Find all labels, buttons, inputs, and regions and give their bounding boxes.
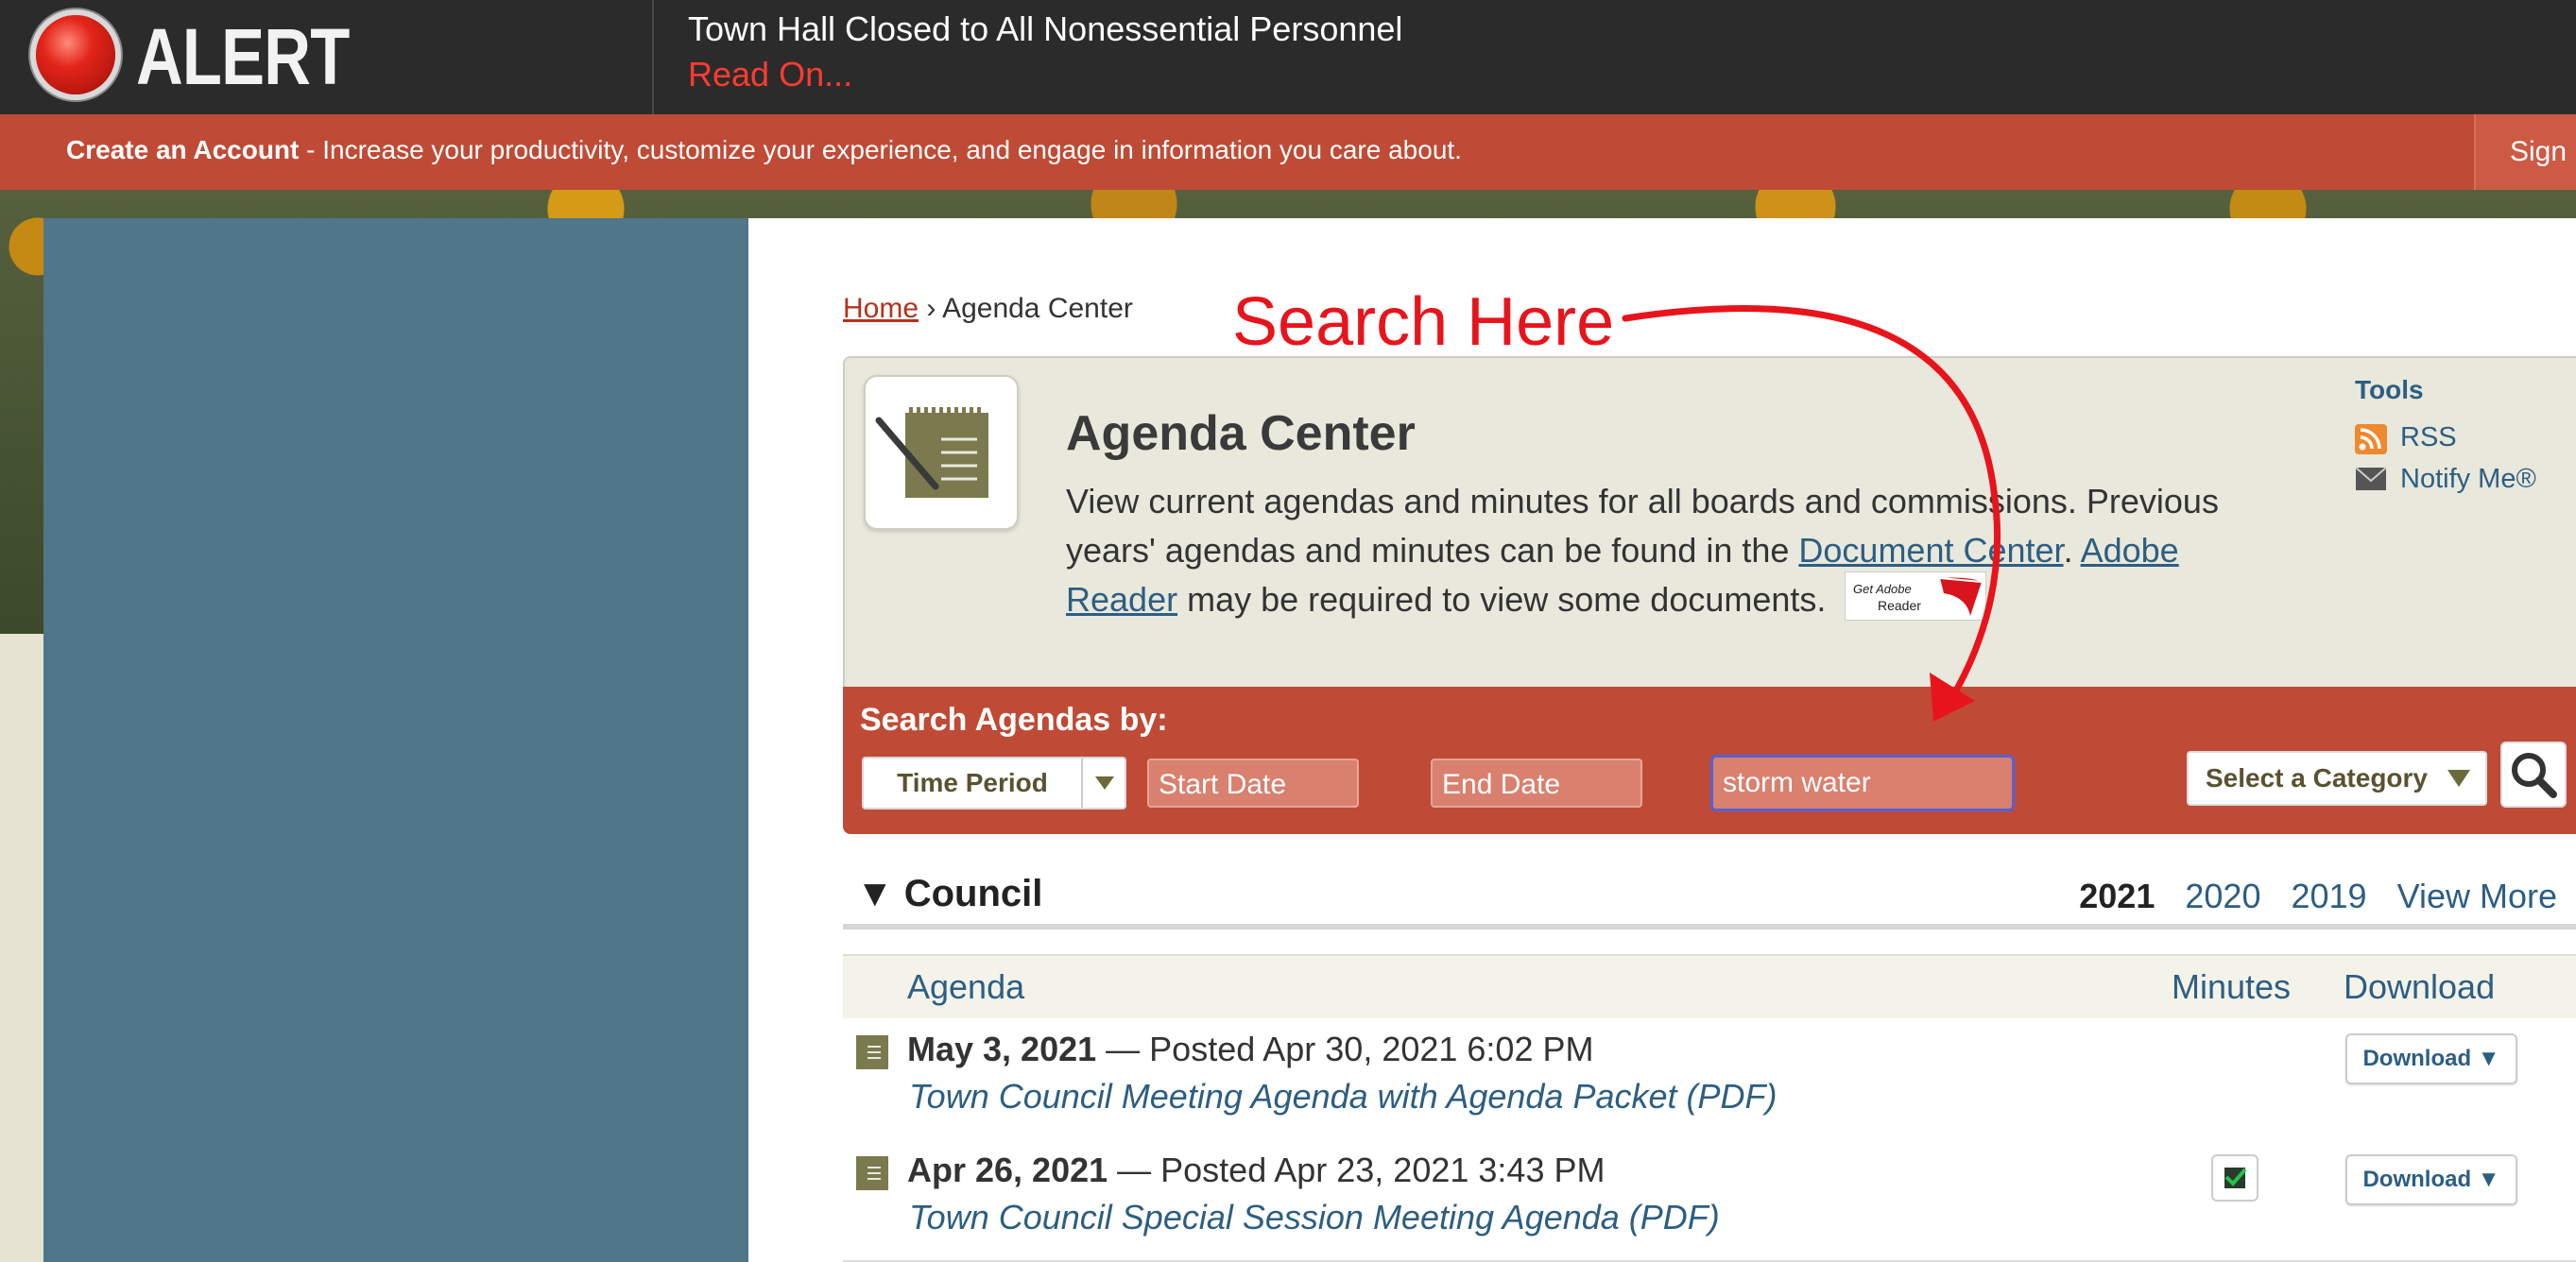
agenda-title-link[interactable]: Town Council Special Session Meeting Age… — [909, 1198, 1720, 1237]
create-account-link[interactable]: Create an Account — [66, 135, 299, 164]
sidebar-panel — [43, 218, 748, 1262]
view-more-link[interactable]: View More — [2397, 877, 2557, 915]
time-period-select[interactable]: Time Period — [862, 757, 1126, 810]
year-2020-link[interactable]: 2020 — [2185, 877, 2260, 915]
table-row: Apr 26, 2021 — Posted Apr 23, 2021 3:43 … — [843, 1139, 2576, 1262]
rss-link[interactable]: RSS — [2355, 422, 2457, 455]
search-agendas-panel: Search Agendas by: Time Period Start Dat… — [843, 687, 2576, 834]
agenda-doc-icon — [854, 1152, 890, 1192]
end-date-input[interactable]: End Date — [1431, 759, 1642, 808]
alert-dot-icon — [36, 15, 115, 94]
breadcrumb-current: Agenda Center — [942, 293, 1133, 324]
alert-badge: ALERT — [0, 0, 654, 114]
account-bar: Create an Account - Increase your produc… — [0, 114, 2576, 190]
agenda-doc-icon — [854, 1032, 890, 1071]
time-period-value: Time Period — [897, 768, 1048, 797]
agenda-title-link[interactable]: Town Council Meeting Agenda with Agenda … — [909, 1077, 1777, 1117]
notify-me-label: Notify Me® — [2400, 464, 2536, 494]
year-2019-link[interactable]: 2019 — [2291, 877, 2366, 915]
alert-bar: ALERT Town Hall Closed to All Nonessenti… — [0, 0, 2576, 114]
minutes-icon[interactable] — [2211, 1154, 2258, 1202]
adobe-badge-line1: Get Adobe — [1853, 582, 1912, 596]
posted-date: — Posted Apr 23, 2021 3:43 PM — [1108, 1151, 1606, 1189]
collapse-triangle-icon: ▼ — [856, 873, 904, 914]
category-select-value: Select a Category — [2206, 763, 2428, 793]
search-button[interactable] — [2500, 742, 2567, 808]
breadcrumb: Home › Agenda Center — [843, 293, 1133, 325]
agenda-center-header: Agenda Center View current agendas and m… — [843, 356, 2576, 691]
envelope-icon — [2355, 466, 2387, 494]
year-2021-link[interactable]: 2021 — [2079, 877, 2155, 915]
search-here-annotation: Search Here — [1232, 284, 1615, 360]
meeting-date: Apr 26, 2021 — [907, 1151, 1108, 1189]
tools-heading: Tools — [2355, 375, 2424, 404]
year-links: 2021 2020 2019 View More — [2058, 877, 2557, 916]
breadcrumb-separator: › — [926, 293, 936, 324]
column-download: Download — [2344, 967, 2496, 1006]
start-date-input[interactable]: Start Date — [1147, 759, 1359, 808]
chevron-down-icon — [1081, 759, 1126, 808]
category-select[interactable]: Select a Category — [2187, 751, 2487, 806]
account-promo-text: - Increase your productivity, customize … — [299, 135, 1462, 164]
column-minutes: Minutes — [2172, 967, 2292, 1006]
table-header: Agenda Minutes Download — [843, 954, 2576, 1020]
agenda-description: View current agendas and minutes for all… — [1066, 477, 2294, 626]
agenda-date: May 3, 2021 — Posted Apr 30, 2021 6:02 P… — [907, 1030, 1593, 1069]
table-row: May 3, 2021 — Posted Apr 30, 2021 6:02 P… — [843, 1018, 2576, 1141]
page-title: Agenda Center — [1066, 406, 1416, 461]
get-adobe-reader-badge[interactable]: Get Adobe Reader — [1845, 571, 1987, 622]
column-agenda: Agenda — [907, 967, 1025, 1006]
category-chevron-down-icon — [2447, 770, 2470, 787]
adobe-badge-line2: Reader — [1878, 598, 1921, 613]
agenda-notepad-icon — [864, 375, 1019, 530]
rss-label: RSS — [2400, 422, 2457, 452]
posted-date: — Posted Apr 30, 2021 6:02 PM — [1096, 1030, 1594, 1068]
council-toggle[interactable]: ▼ Council — [856, 873, 1042, 915]
search-icon — [2512, 753, 2557, 798]
breadcrumb-home-link[interactable]: Home — [843, 293, 919, 324]
description-separator: . — [2063, 531, 2081, 570]
description-text-end: may be required to view some documents. — [1177, 580, 1827, 619]
agenda-date: Apr 26, 2021 — Posted Apr 23, 2021 3:43 … — [907, 1151, 1605, 1190]
council-section-header: ▼ Council 2021 2020 2019 View More — [843, 867, 2576, 929]
council-title: Council — [903, 873, 1043, 914]
alert-label: ALERT — [136, 12, 350, 101]
rss-icon — [2355, 424, 2387, 455]
alert-read-on-link[interactable]: Read On... — [688, 55, 852, 94]
keyword-search-input[interactable]: storm water — [1710, 755, 2015, 811]
download-button[interactable]: Download ▼ — [2345, 1033, 2517, 1084]
document-center-link[interactable]: Document Center — [1798, 531, 2063, 570]
alert-message[interactable]: Town Hall Closed to All Nonessential Per… — [688, 9, 1402, 49]
meeting-date: May 3, 2021 — [907, 1030, 1097, 1068]
search-agendas-label: Search Agendas by: — [860, 702, 1168, 738]
notify-me-link[interactable]: Notify Me® — [2355, 464, 2536, 495]
left-page-strip — [0, 634, 43, 1262]
download-button[interactable]: Download ▼ — [2345, 1154, 2517, 1205]
sign-in-button[interactable]: Sign In — [2474, 114, 2576, 190]
account-promo: Create an Account - Increase your produc… — [66, 135, 1462, 165]
